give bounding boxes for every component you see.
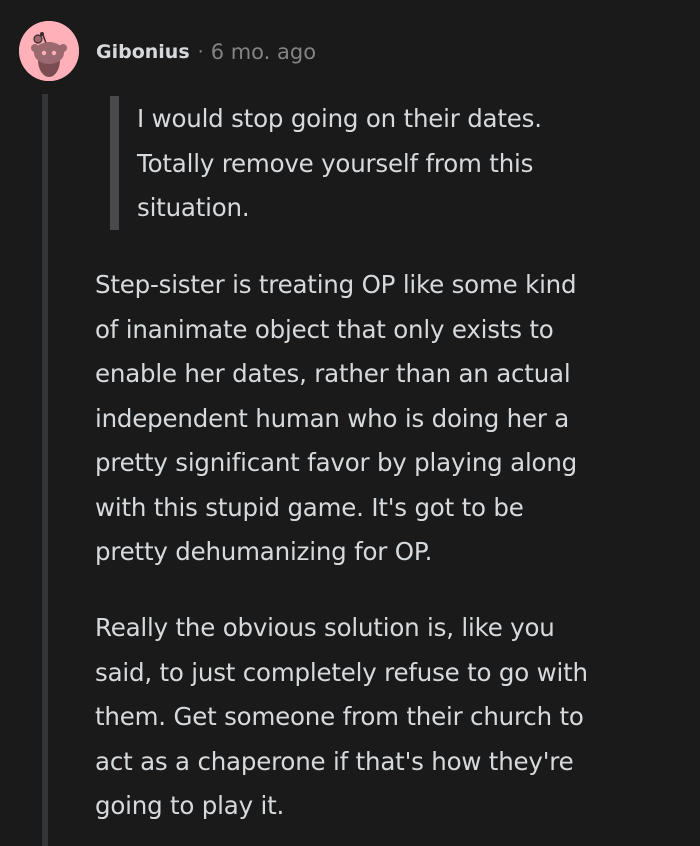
paragraph-line: pretty significant favor by playing alon…: [95, 448, 578, 477]
quote-line: Totally remove yourself from this: [137, 148, 534, 178]
user-avatar[interactable]: [19, 21, 79, 81]
paragraph-line: enable her dates, rather than an actual: [95, 359, 571, 388]
paragraph-line: independent human who is doing her a: [95, 403, 570, 433]
blockquote-bar: [110, 96, 119, 230]
comment: Gibonius · 6 mo. ago I would stop going …: [0, 0, 700, 846]
paragraph-line: of inanimate object that only exists to: [95, 314, 554, 344]
comment-paragraph-2: Really the obvious solution is, like you…: [95, 606, 690, 829]
paragraph-line: act as a chaperone if that's how they're: [95, 746, 574, 776]
reddit-snoo-avatar-icon: [19, 21, 79, 81]
quote-line: situation.: [137, 193, 250, 222]
paragraph-line: them. Get someone from their church to: [95, 702, 584, 731]
paragraph-line: pretty dehumanizing for OP.: [95, 537, 433, 566]
comment-meta: Gibonius · 6 mo. ago: [96, 36, 316, 68]
paragraph-line: Really the obvious solution is, like you: [95, 613, 555, 642]
comment-timestamp[interactable]: 6 mo. ago: [211, 40, 316, 64]
paragraph-line: going to play it.: [95, 791, 285, 820]
quote-line: I would stop going on their dates.: [137, 104, 542, 133]
paragraph-line: with this stupid game. It's got to be: [95, 492, 524, 522]
comment-author[interactable]: Gibonius: [96, 41, 190, 63]
blockquote-text: I would stop going on their dates. Total…: [137, 97, 657, 231]
meta-separator: ·: [197, 41, 204, 63]
comment-paragraph-1: Step-sister is treating OP like some kin…: [95, 263, 690, 575]
thread-collapse-line[interactable]: [42, 94, 48, 846]
paragraph-line: said, to just completely refuse to go wi…: [95, 657, 588, 687]
paragraph-line: Step-sister is treating OP like some kin…: [95, 270, 577, 299]
